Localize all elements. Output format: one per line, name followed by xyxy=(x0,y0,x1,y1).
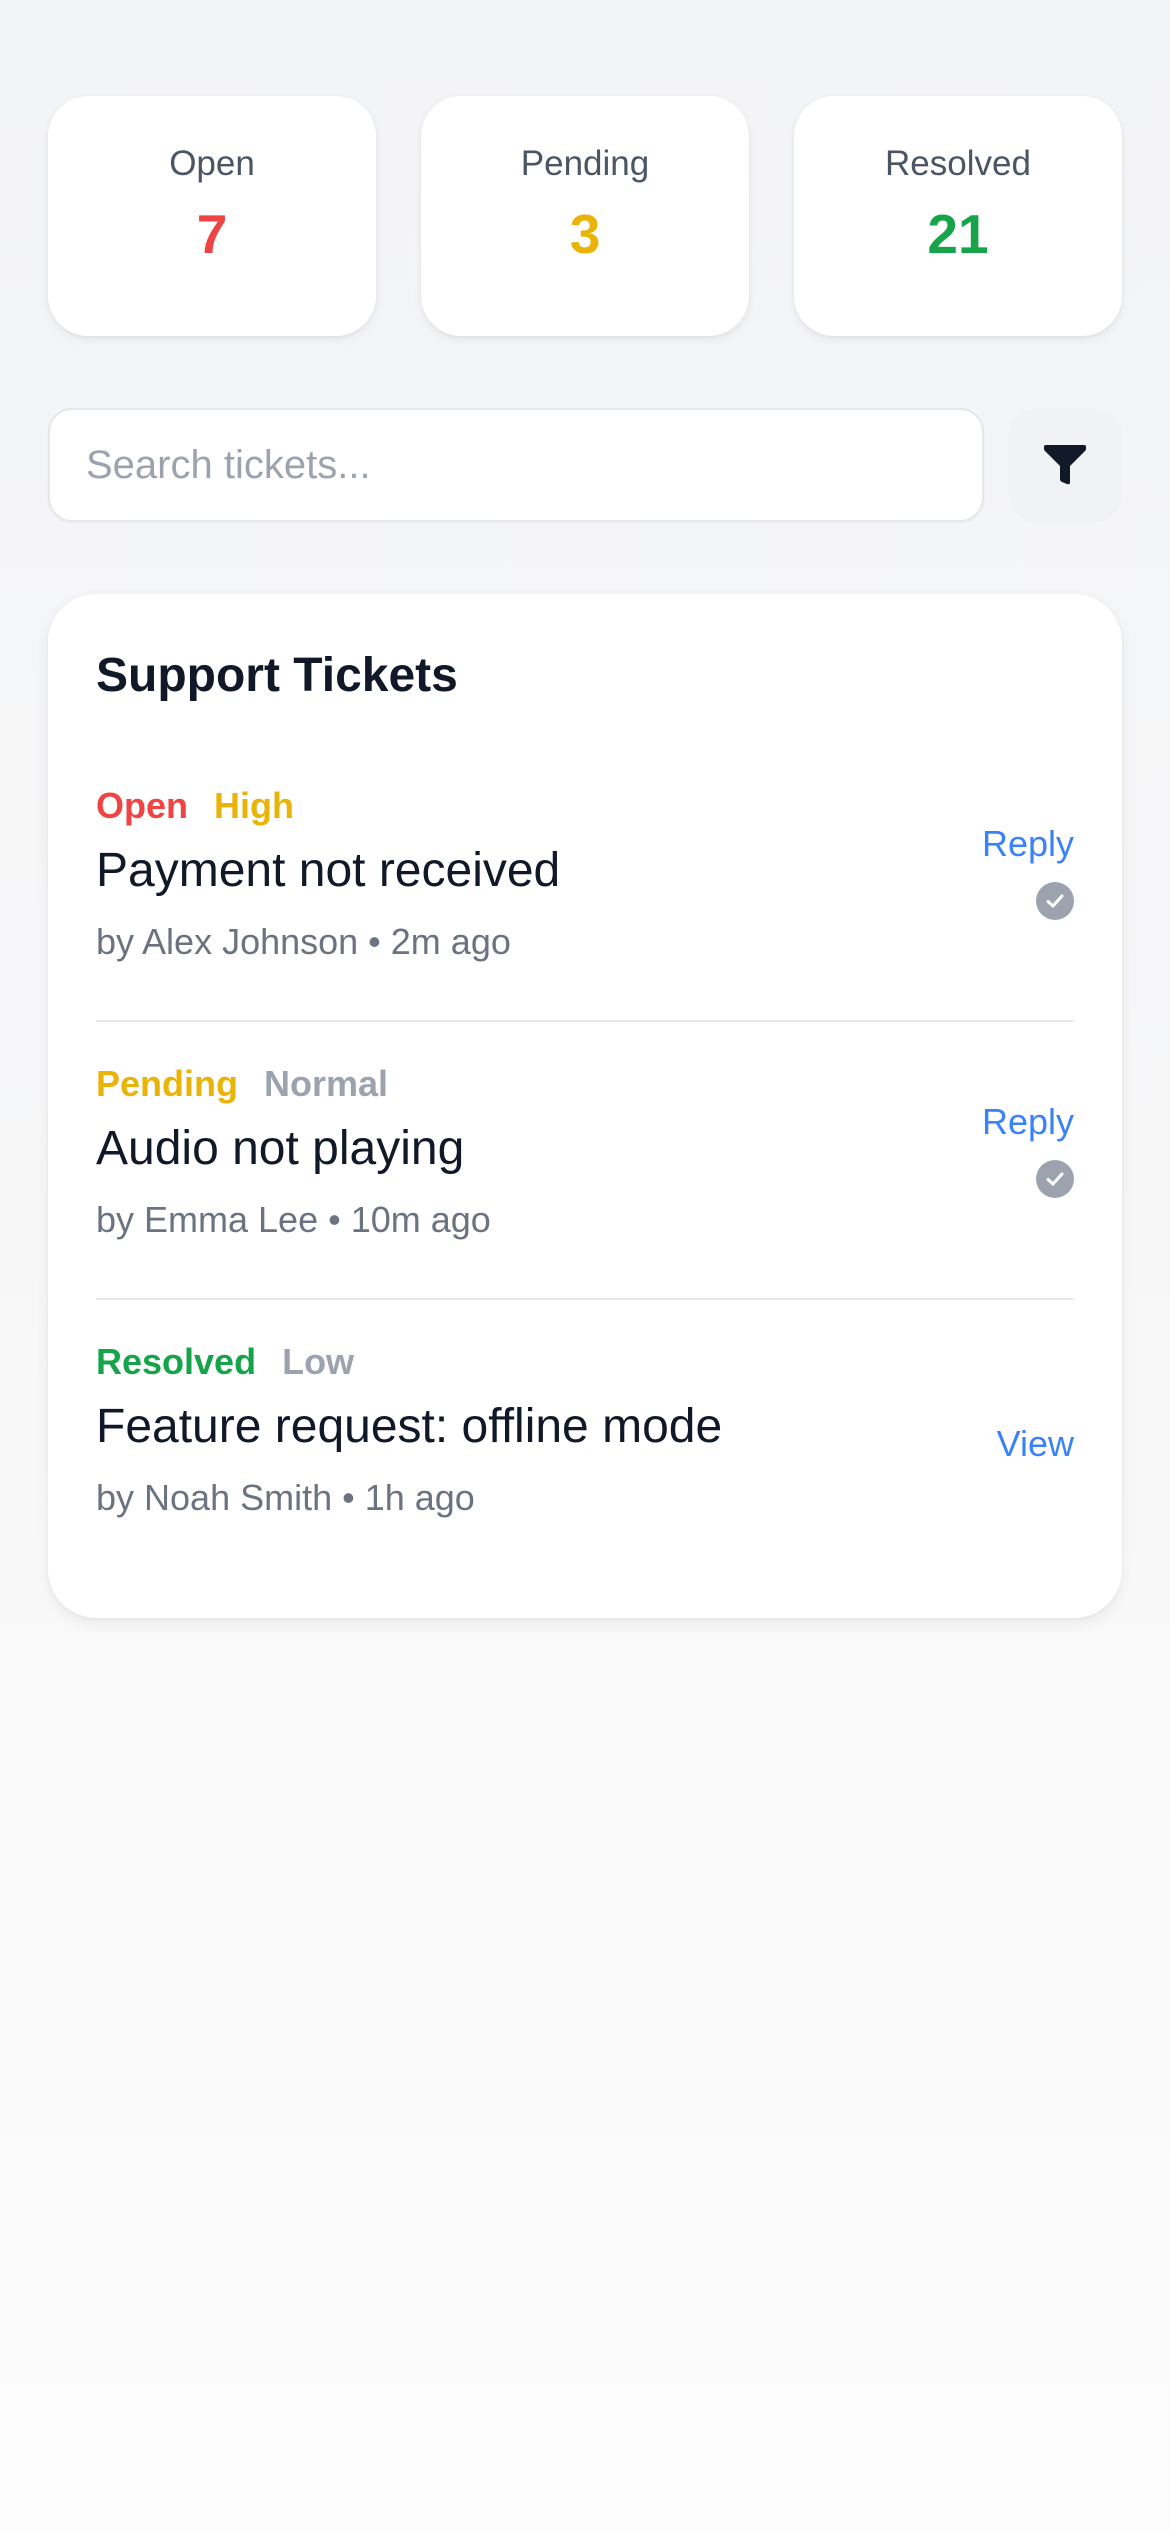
check-circle-icon[interactable] xyxy=(1036,1160,1074,1198)
ticket-item[interactable]: Pending Normal Audio not playing by Emma… xyxy=(96,1062,1074,1300)
ticket-badges: Pending Normal xyxy=(96,1062,388,1106)
ticket-meta: by Noah Smith • 1h ago xyxy=(96,1477,475,1518)
status-badge: Open xyxy=(96,785,189,826)
ticket-item[interactable]: Resolved Low Feature request: offline mo… xyxy=(96,1340,1074,1578)
reply-link[interactable]: Reply xyxy=(982,822,1074,866)
view-link[interactable]: View xyxy=(997,1422,1074,1466)
stat-value: 7 xyxy=(196,203,228,265)
search-input[interactable] xyxy=(48,408,984,522)
ticket-meta: by Emma Lee • 10m ago xyxy=(96,1199,491,1240)
tickets-panel: Support Tickets Open High Payment not re… xyxy=(48,594,1122,1618)
ticket-badges: Open High xyxy=(96,784,294,828)
status-badge: Pending xyxy=(96,1063,238,1104)
stat-label: Resolved xyxy=(885,144,1031,183)
ticket-title: Payment not received xyxy=(96,844,561,897)
check-circle-icon[interactable] xyxy=(1036,882,1074,920)
stat-card-open[interactable]: Open 7 xyxy=(48,96,376,336)
filter-button[interactable] xyxy=(1008,408,1122,522)
ticket-title: Audio not playing xyxy=(96,1122,465,1175)
stats-row: Open 7 Pending 3 Resolved 21 xyxy=(48,96,1122,336)
priority-badge: Normal xyxy=(264,1063,389,1104)
status-badge: Resolved xyxy=(96,1341,257,1382)
stat-card-pending[interactable]: Pending 3 xyxy=(421,96,749,336)
priority-badge: High xyxy=(214,785,294,826)
ticket-meta: by Alex Johnson • 2m ago xyxy=(96,921,511,962)
ticket-title: Feature request: offline mode xyxy=(96,1400,723,1453)
priority-badge: Low xyxy=(282,1341,355,1382)
panel-title: Support Tickets xyxy=(96,649,458,702)
stat-label: Open xyxy=(169,144,255,183)
search-row xyxy=(48,408,1122,524)
stat-card-resolved[interactable]: Resolved 21 xyxy=(794,96,1122,336)
filter-funnel-icon xyxy=(1044,445,1086,485)
stat-label: Pending xyxy=(520,144,650,183)
stat-value: 21 xyxy=(927,203,989,265)
ticket-item[interactable]: Open High Payment not received by Alex J… xyxy=(96,784,1074,1022)
stat-value: 3 xyxy=(569,203,601,265)
reply-link[interactable]: Reply xyxy=(982,1100,1074,1144)
ticket-badges: Resolved Low xyxy=(96,1340,354,1384)
